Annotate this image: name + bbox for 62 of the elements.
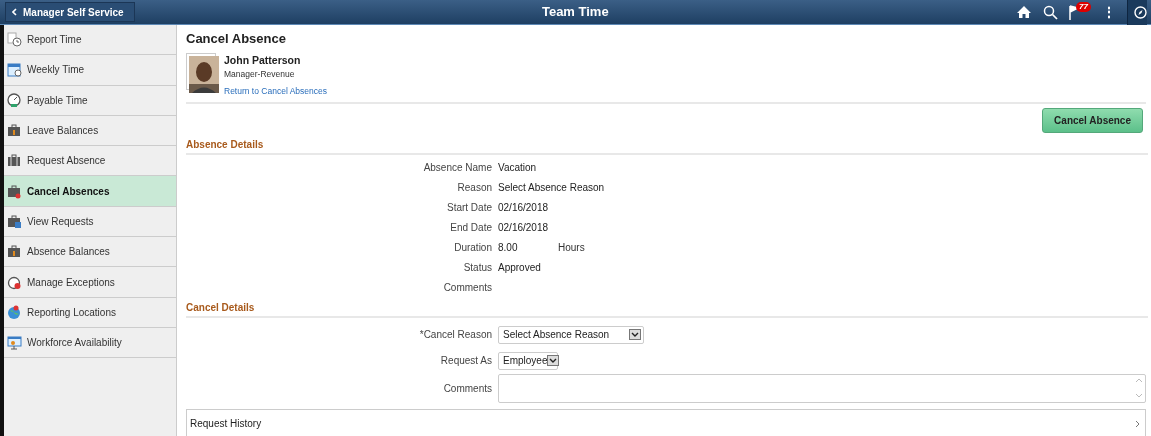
field-label: Comments xyxy=(442,281,493,296)
sidebar-item[interactable]: Manage Exceptions xyxy=(4,267,176,298)
return-link[interactable]: Return to Cancel Absences xyxy=(224,85,327,98)
field-value: Approved xyxy=(498,261,541,276)
field-label: Reason xyxy=(456,181,493,196)
briefcase-icon xyxy=(7,244,22,260)
chevron-right-icon xyxy=(1135,419,1140,428)
briefcase-icon xyxy=(7,183,22,199)
field-label: Status xyxy=(462,261,493,276)
unit-label: Hours xyxy=(558,241,585,256)
briefcase-icon xyxy=(7,123,22,139)
field-label: Comments xyxy=(442,381,493,396)
page-heading: Cancel Absence xyxy=(186,30,287,48)
field-label: Duration xyxy=(453,241,493,256)
sidebar-item[interactable]: Leave Balances xyxy=(4,115,176,147)
flag-icon[interactable] xyxy=(1069,4,1079,20)
calendar-icon xyxy=(7,62,22,78)
sidebar-item[interactable]: Payable Time xyxy=(4,85,176,116)
section-heading: Cancel Details xyxy=(186,299,1148,318)
chevron-left-icon xyxy=(12,8,17,16)
sidebar-item[interactable]: Weekly Time xyxy=(4,55,176,86)
field-value: 8.00 xyxy=(498,241,519,256)
sidebar-item[interactable]: Absence Balances xyxy=(4,237,176,268)
sidebar-item[interactable]: Workforce Availability xyxy=(4,327,176,359)
search-icon[interactable] xyxy=(1043,4,1058,20)
briefcase-icon xyxy=(7,213,22,229)
back-button[interactable]: Manager Self Service xyxy=(5,2,135,22)
field-value: 02/16/2018 xyxy=(498,201,549,216)
monitor-icon xyxy=(7,335,22,351)
request-as-select[interactable]: Employee xyxy=(498,351,558,370)
sidebar-item[interactable]: Cancel Absences xyxy=(4,176,176,207)
cancel-absence-button[interactable]: Cancel Absence xyxy=(1042,107,1143,133)
notification-badge: 77 xyxy=(1076,1,1091,12)
stopwatch-icon xyxy=(7,274,22,290)
compass-icon[interactable] xyxy=(1134,5,1147,19)
home-icon[interactable] xyxy=(1016,5,1032,19)
scroll-arrows-icon xyxy=(1135,376,1143,399)
sidebar-item[interactable]: Report Time xyxy=(4,25,176,56)
dropdown-arrow-icon xyxy=(629,329,641,341)
page-title: Team Time xyxy=(540,3,610,22)
field-value: Select Absence Reason xyxy=(498,181,605,196)
clock-icon xyxy=(7,32,22,48)
more-button[interactable]: ⋮ xyxy=(1102,5,1116,19)
field-value: 02/16/2018 xyxy=(498,221,549,236)
field-label: Request As xyxy=(439,354,493,369)
field-label: *Cancel Reason xyxy=(418,328,493,343)
field-label: End Date xyxy=(449,221,493,236)
sidebar-item[interactable]: View Requests xyxy=(4,206,176,238)
employee-role: Manager-Revenue xyxy=(224,68,296,81)
gauge-icon xyxy=(7,92,22,108)
briefcase-icon xyxy=(7,153,22,169)
request-history-row[interactable]: Request History xyxy=(186,408,1146,436)
sidebar-item[interactable]: Reporting Locations xyxy=(4,297,176,328)
employee-name: John Patterson xyxy=(224,52,302,68)
globe-icon xyxy=(7,304,22,320)
field-value: Vacation xyxy=(498,161,537,176)
dropdown-arrow-icon xyxy=(547,355,560,367)
section-heading: Absence Details xyxy=(186,136,1148,155)
cancel-reason-select[interactable]: Select Absence Reason xyxy=(498,325,644,344)
field-label: Absence Name xyxy=(422,161,493,176)
field-label: Start Date xyxy=(445,201,493,216)
comments-field[interactable] xyxy=(498,373,1146,403)
